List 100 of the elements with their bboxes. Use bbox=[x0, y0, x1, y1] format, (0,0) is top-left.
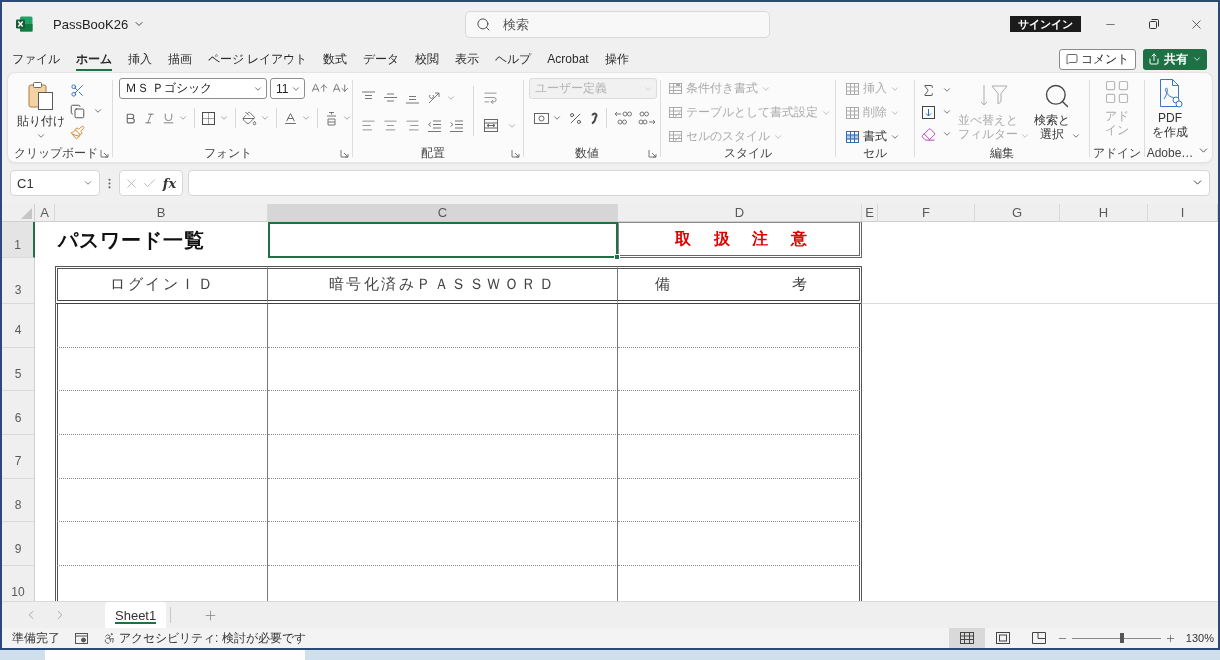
row-header[interactable]: 1 bbox=[2, 222, 35, 258]
row-header[interactable]: 10 bbox=[2, 565, 35, 601]
caret-icon[interactable] bbox=[301, 113, 311, 123]
menu-tab[interactable]: 描画 bbox=[160, 47, 200, 71]
insert-function-button[interactable]: fx bbox=[160, 175, 179, 191]
borders-icon[interactable] bbox=[201, 110, 216, 126]
row-header[interactable]: 5 bbox=[2, 347, 35, 392]
caret-icon[interactable] bbox=[942, 85, 952, 95]
restore-icon[interactable] bbox=[1148, 19, 1159, 29]
copy-icon[interactable] bbox=[70, 103, 85, 119]
menu-tab[interactable]: 操作 bbox=[596, 47, 637, 71]
percent-icon[interactable] bbox=[568, 110, 583, 126]
row-header[interactable]: 6 bbox=[2, 391, 35, 435]
slider-thumb[interactable] bbox=[1119, 633, 1124, 643]
column-header[interactable]: H bbox=[1060, 204, 1148, 222]
zoom-in-icon[interactable] bbox=[1164, 632, 1176, 644]
row-header[interactable]: 9 bbox=[2, 522, 35, 566]
italic-icon[interactable] bbox=[143, 111, 156, 125]
merge-cells-icon[interactable] bbox=[483, 118, 499, 133]
file-name-button[interactable]: PassBooK26 bbox=[53, 14, 146, 34]
find-select-button[interactable]: 検索と選択 bbox=[1032, 81, 1082, 141]
arrow-down-box-icon[interactable] bbox=[921, 104, 936, 120]
align-right-icon[interactable] bbox=[405, 118, 420, 133]
accessibility-button[interactable]: アクセシビリティ: 検討が必要です bbox=[103, 629, 306, 647]
dialog-launcher-icon[interactable] bbox=[648, 148, 657, 158]
menu-tab[interactable]: Acrobat bbox=[539, 47, 597, 71]
menu-tab[interactable]: ファイル bbox=[4, 47, 68, 71]
menu-tab[interactable]: 数式 bbox=[315, 47, 356, 71]
row-header[interactable]: 8 bbox=[2, 478, 35, 523]
caret-icon[interactable] bbox=[342, 113, 352, 123]
menu-tab[interactable]: 挿入 bbox=[120, 47, 160, 71]
comment-button[interactable]: コメント bbox=[1059, 48, 1136, 70]
menu-tab[interactable]: 校閲 bbox=[407, 47, 448, 71]
caret-icon bbox=[36, 131, 46, 141]
name-box[interactable]: C1 bbox=[10, 170, 100, 196]
caret-icon[interactable] bbox=[219, 113, 229, 123]
caret-icon[interactable] bbox=[942, 129, 952, 139]
create-pdf-button[interactable]: PDF を作成 bbox=[1148, 78, 1192, 144]
caret-icon[interactable] bbox=[178, 113, 188, 123]
row-header[interactable]: 7 bbox=[2, 434, 35, 479]
format-cells-button[interactable]: 書式 bbox=[845, 128, 900, 145]
bold-icon[interactable] bbox=[124, 111, 137, 125]
comma-icon[interactable] bbox=[589, 110, 599, 126]
column-header[interactable]: C bbox=[268, 204, 618, 222]
dialog-launcher-icon[interactable] bbox=[340, 148, 349, 158]
fill-handle[interactable] bbox=[614, 254, 620, 260]
eraser-icon[interactable] bbox=[921, 126, 936, 142]
paste-button[interactable]: 貼り付け bbox=[16, 81, 66, 141]
formula-input[interactable] bbox=[188, 170, 1210, 196]
search-field[interactable]: 検索 bbox=[464, 10, 770, 38]
column-header[interactable]: D bbox=[618, 204, 862, 222]
banknote-icon[interactable] bbox=[533, 110, 550, 126]
increase-indent-icon[interactable] bbox=[449, 118, 464, 133]
increase-decimal-icon[interactable] bbox=[614, 110, 632, 126]
pdf-document-icon bbox=[1157, 78, 1183, 108]
column-header[interactable]: E bbox=[862, 204, 878, 222]
sheet-tab[interactable]: Sheet1 bbox=[105, 602, 167, 628]
menu-tab[interactable]: ヘルプ bbox=[487, 47, 540, 71]
grid-icon[interactable] bbox=[845, 129, 860, 144]
column-header[interactable]: B bbox=[55, 204, 268, 222]
row-header[interactable]: 4 bbox=[2, 304, 35, 348]
align-center-icon[interactable] bbox=[383, 118, 398, 133]
page-break-icon bbox=[1030, 631, 1047, 645]
add-sheet-icon[interactable] bbox=[203, 607, 219, 623]
wrap-text-icon[interactable] bbox=[483, 90, 498, 105]
sigma-icon[interactable] bbox=[921, 82, 936, 98]
sign-in-button[interactable]: サインイン bbox=[1010, 16, 1081, 32]
dialog-launcher-icon[interactable] bbox=[511, 148, 520, 158]
paintbrush-icon[interactable] bbox=[70, 124, 85, 140]
dialog-launcher-icon[interactable] bbox=[100, 148, 109, 158]
font-name-select[interactable]: ＭＳ Ｐゴシック bbox=[119, 78, 267, 99]
align-middle-icon[interactable] bbox=[383, 90, 398, 105]
menu-tab[interactable]: データ bbox=[355, 47, 408, 71]
paint-bucket-icon[interactable] bbox=[242, 110, 257, 126]
caret-icon[interactable] bbox=[260, 113, 270, 123]
zoom-percentage[interactable]: 130% bbox=[1185, 632, 1214, 644]
caret-icon[interactable] bbox=[552, 113, 562, 123]
decrease-decimal-icon[interactable] bbox=[638, 110, 656, 126]
font-color-icon[interactable] bbox=[283, 110, 298, 126]
view-button[interactable] bbox=[948, 628, 985, 648]
column-header[interactable]: G bbox=[975, 204, 1060, 222]
column-header[interactable]: A bbox=[35, 204, 55, 222]
phonetic-guide-icon[interactable] bbox=[324, 110, 339, 126]
row-header[interactable]: 3 bbox=[2, 266, 35, 304]
grid-view-icon bbox=[958, 631, 975, 645]
decrease-indent-icon[interactable] bbox=[427, 118, 442, 133]
excel-logo[interactable] bbox=[16, 16, 33, 32]
column-header[interactable]: F bbox=[878, 204, 975, 222]
menu-tab[interactable]: ページ レイアウト bbox=[200, 47, 316, 71]
align-left-icon[interactable] bbox=[361, 118, 376, 133]
column-header[interactable]: I bbox=[1148, 204, 1218, 222]
caret-icon[interactable] bbox=[942, 107, 952, 117]
selected-cell[interactable] bbox=[268, 222, 618, 258]
menu-tab[interactable]: 表示 bbox=[447, 47, 488, 71]
underline-icon[interactable] bbox=[162, 111, 175, 125]
share-button[interactable]: 共有 bbox=[1143, 48, 1207, 70]
caret-icon[interactable] bbox=[93, 106, 103, 116]
font-size-select[interactable]: 11 bbox=[270, 78, 305, 99]
scissors-icon[interactable] bbox=[70, 82, 85, 98]
macro-record-icon[interactable] bbox=[74, 631, 89, 645]
